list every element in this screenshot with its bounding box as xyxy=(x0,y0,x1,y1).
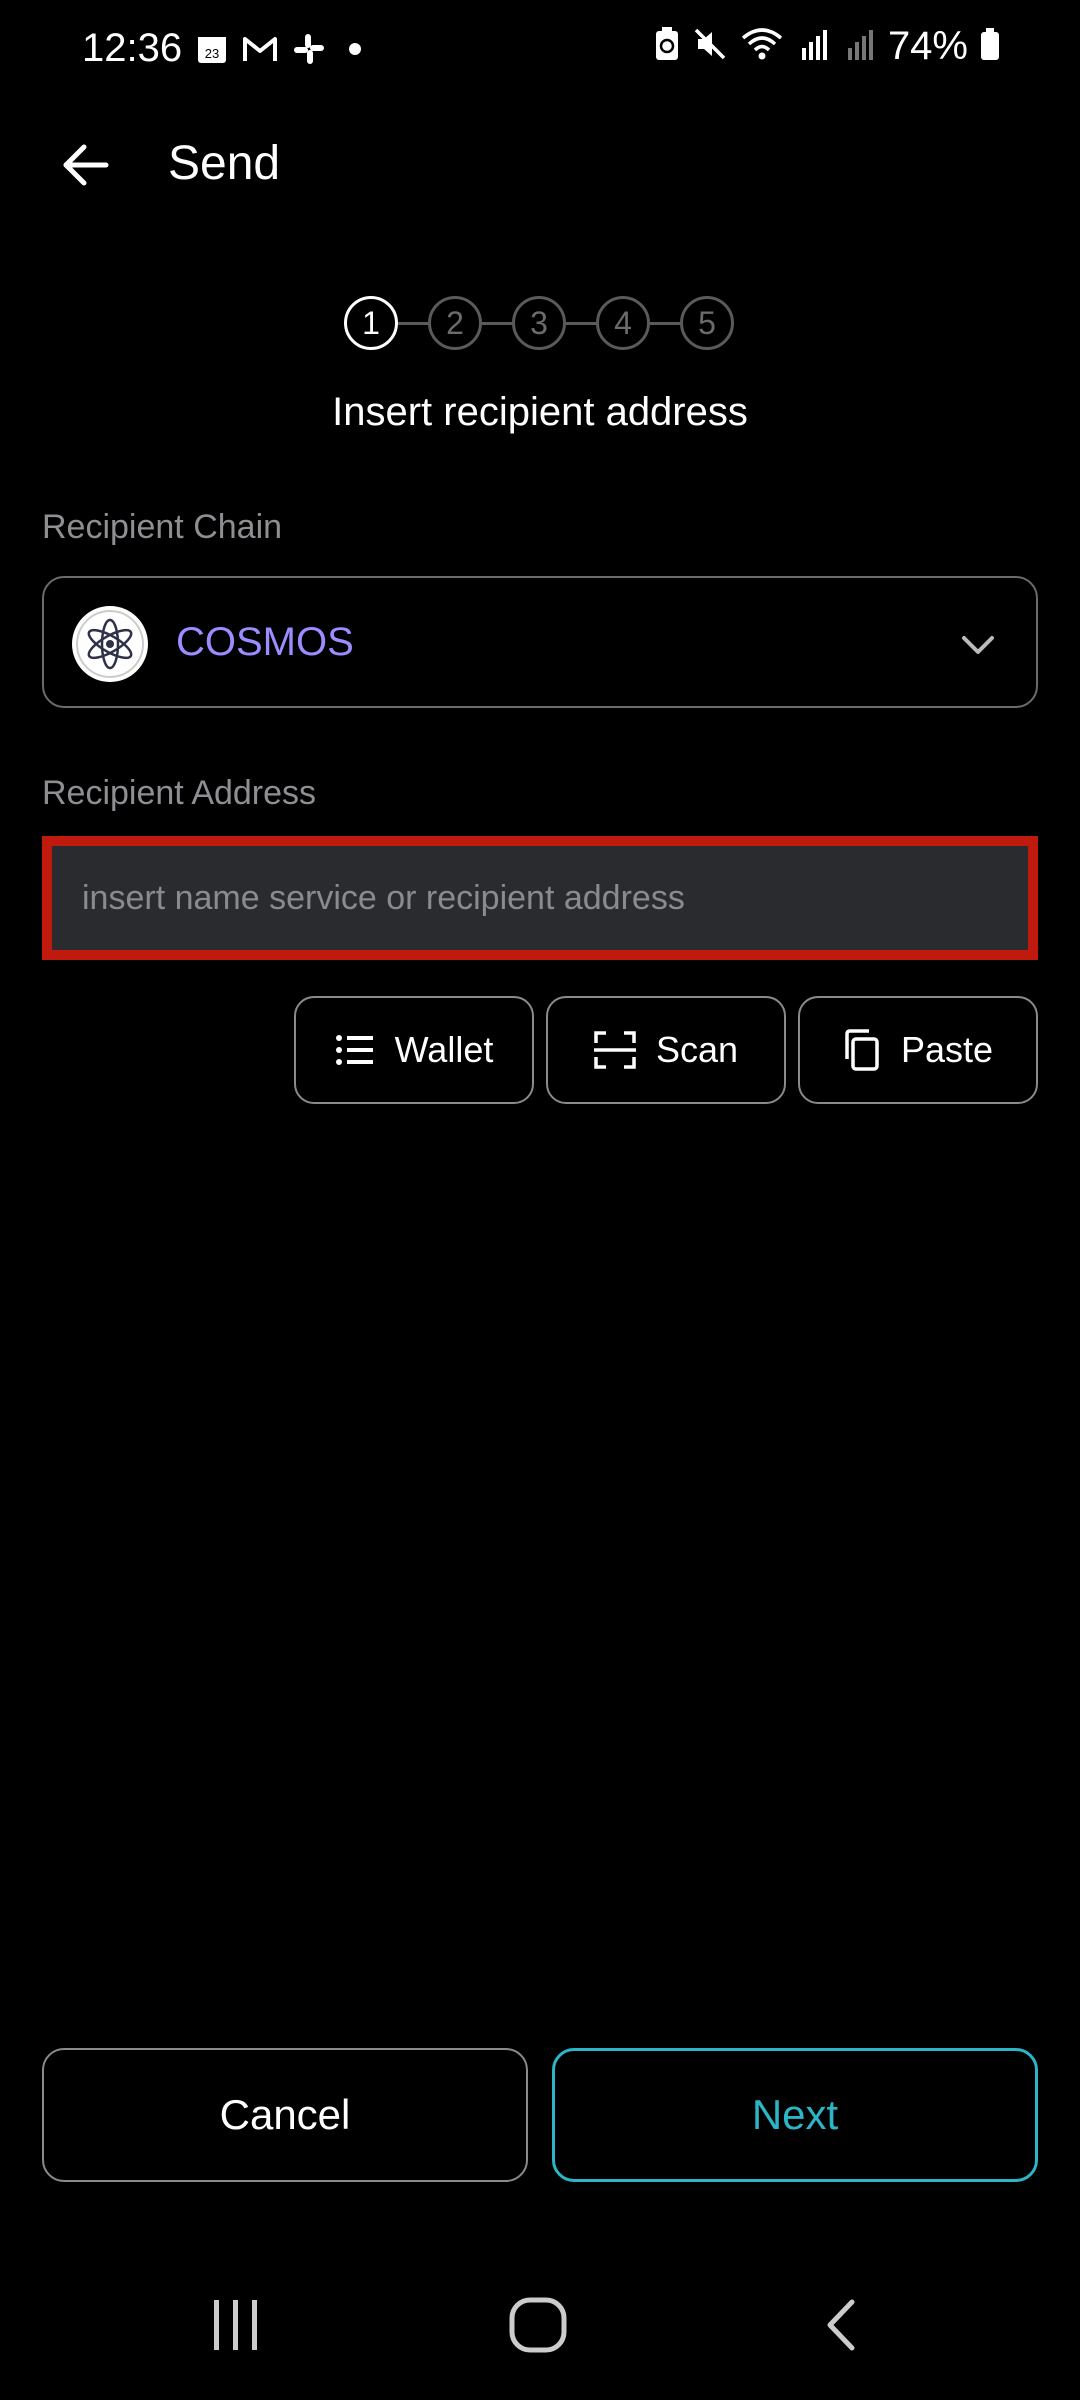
step-3: 3 xyxy=(512,296,566,350)
system-icons: 74% xyxy=(654,24,1000,69)
recipient-chain-select[interactable]: COSMOS xyxy=(42,576,1038,708)
step-2: 2 xyxy=(428,296,482,350)
notification-icons: 23 xyxy=(196,32,370,71)
recipient-address-label: Recipient Address xyxy=(42,774,317,812)
cancel-button[interactable]: Cancel xyxy=(42,2048,528,2182)
status-time: 12:36 xyxy=(82,26,183,70)
home-icon[interactable] xyxy=(508,2296,568,2359)
recipient-address-input[interactable] xyxy=(52,846,1028,950)
system-nav-bar xyxy=(0,2280,1080,2370)
paste-button[interactable]: Paste xyxy=(798,996,1038,1104)
recipient-address-field xyxy=(42,836,1038,960)
wifi-icon xyxy=(740,26,784,67)
nav-back-icon[interactable] xyxy=(812,2296,872,2359)
step-1: 1 xyxy=(344,296,398,350)
signal-icon xyxy=(796,26,830,67)
stepper: 1 2 3 4 5 xyxy=(0,296,1080,350)
recipient-chain-label: Recipient Chain xyxy=(42,508,283,546)
wallet-button-label: Wallet xyxy=(394,1029,494,1070)
paste-button-label: Paste xyxy=(900,1029,994,1070)
scan-icon xyxy=(593,1031,636,1069)
step-connector xyxy=(398,322,428,325)
wallet-button[interactable]: Wallet xyxy=(294,996,534,1104)
step-title: Insert recipient address xyxy=(332,390,748,434)
slack-icon xyxy=(292,32,326,71)
dot-icon xyxy=(340,34,370,69)
battery-icon xyxy=(980,26,1000,67)
chevron-down-icon xyxy=(958,624,998,669)
scan-button-label: Scan xyxy=(655,1029,739,1070)
recent-apps-icon[interactable] xyxy=(206,2296,266,2359)
step-connector xyxy=(650,322,680,325)
list-icon xyxy=(335,1035,373,1065)
next-button[interactable]: Next xyxy=(552,2048,1038,2182)
step-4: 4 xyxy=(596,296,650,350)
battery-saver-icon xyxy=(654,26,680,67)
arrow-left-icon xyxy=(63,144,109,186)
battery-percentage: 74% xyxy=(887,24,968,68)
cosmos-logo-icon xyxy=(72,606,148,682)
signal-weak-icon xyxy=(842,26,876,67)
app-bar: Send xyxy=(0,120,1080,210)
page-title: Send xyxy=(168,137,281,190)
calendar-day: 23 xyxy=(205,46,219,61)
step-5: 5 xyxy=(680,296,734,350)
back-button[interactable] xyxy=(50,130,120,200)
copy-icon xyxy=(845,1029,879,1071)
gmail-icon xyxy=(242,34,278,69)
chain-name: COSMOS xyxy=(176,620,354,664)
step-connector xyxy=(566,322,596,325)
scan-button[interactable]: Scan xyxy=(546,996,786,1104)
status-bar: 12:36 23 74% xyxy=(0,0,1080,100)
calendar-icon: 23 xyxy=(196,33,228,70)
mute-icon xyxy=(692,26,728,67)
step-connector xyxy=(482,322,512,325)
